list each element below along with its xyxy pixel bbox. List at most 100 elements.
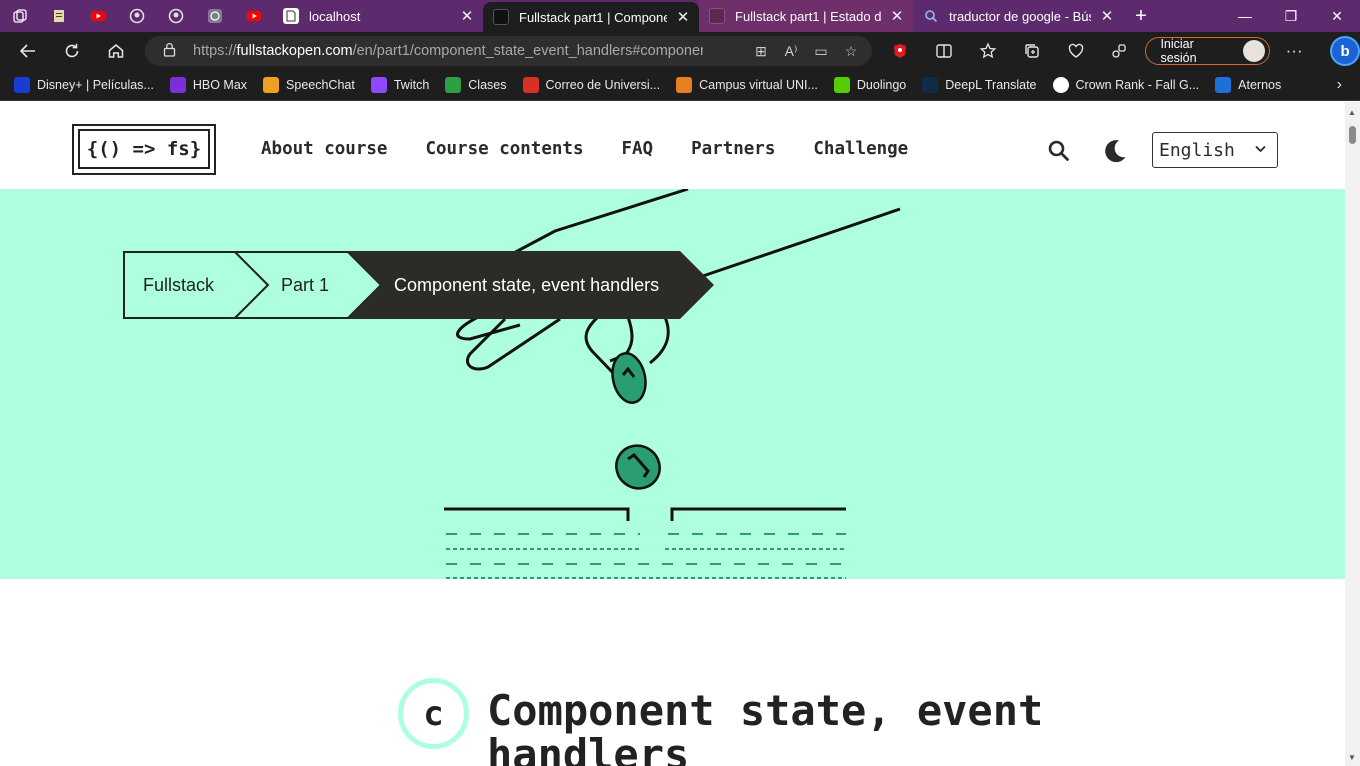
home-icon[interactable] (94, 32, 138, 70)
nav-faq[interactable]: FAQ (621, 139, 653, 159)
collections-icon[interactable] (1010, 32, 1054, 70)
close-window-icon[interactable]: ✕ (1314, 0, 1360, 32)
bookmark-label: Twitch (393, 78, 430, 92)
favorites-icon[interactable] (966, 32, 1010, 70)
speechchat-icon (263, 77, 280, 93)
close-tab-icon[interactable]: ✕ (889, 7, 905, 25)
address-bar[interactable]: https://fullstackopen.com/en/part1/compo… (145, 36, 872, 66)
pinned-tab-youtube-2-icon[interactable] (234, 0, 273, 32)
page-title: Component state, event handlers (487, 686, 1044, 766)
bookmark-item[interactable]: Crown Rank - Fall G... (1052, 77, 1200, 93)
bookmark-item[interactable]: DeepL Translate (922, 77, 1037, 93)
more-options-icon[interactable]: ··· (1270, 32, 1318, 70)
bookmark-label: HBO Max (192, 78, 248, 92)
site-logo[interactable]: {() => fs} (72, 124, 216, 175)
breadcrumb-fullstack[interactable]: Fullstack (123, 251, 235, 319)
bookmark-label: Disney+ | Películas... (37, 78, 154, 92)
hero-banner: Fullstack Part 1 Component state, event … (0, 189, 1345, 579)
scrollbar-thumb[interactable] (1349, 126, 1356, 144)
nav-about-course[interactable]: About course (261, 139, 387, 159)
extension-icon[interactable] (878, 32, 922, 70)
avatar (1243, 40, 1266, 62)
bookmark-item[interactable]: Campus virtual UNI... (676, 77, 818, 93)
bookmark-label: Campus virtual UNI... (699, 78, 818, 92)
breadcrumb: Fullstack Part 1 Component state, event … (123, 251, 714, 319)
pinned-tab-chatgpt-icon[interactable] (195, 0, 234, 32)
nav-challenge[interactable]: Challenge (813, 139, 908, 159)
tab-localhost[interactable]: localhost ✕ (273, 0, 483, 32)
url-prefix: https:// (193, 43, 237, 59)
scroll-down-icon[interactable]: ▼ (1348, 753, 1356, 762)
close-tab-icon[interactable]: ✕ (1099, 7, 1115, 25)
minimize-icon[interactable]: — (1222, 0, 1268, 32)
pinned-tab-github-icon[interactable] (117, 0, 156, 32)
bookmark-item[interactable]: Disney+ | Películas... (14, 77, 154, 93)
bookmark-item[interactable]: Clases (445, 77, 507, 93)
part-letter-badge: c (398, 678, 469, 749)
dark-mode-moon-icon[interactable] (1101, 137, 1129, 165)
bookmark-label: Clases (468, 78, 507, 92)
breadcrumb-label: Component state, event handlers (394, 274, 660, 295)
nav-course-contents[interactable]: Course contents (425, 139, 583, 159)
bookmark-item[interactable]: Twitch (370, 77, 430, 93)
bookmark-label: Crown Rank - Fall G... (1075, 78, 1200, 92)
close-tab-icon[interactable]: ✕ (459, 7, 475, 25)
bookmark-item[interactable]: Duolingo (833, 77, 907, 93)
main-nav: About course Course contents FAQ Partner… (261, 139, 908, 159)
url-path: /en/part1/component_state_event_handlers… (352, 43, 703, 59)
page-content: {() => fs} About course Course contents … (0, 102, 1345, 766)
favorite-star-icon[interactable]: ☆ (836, 43, 866, 60)
close-tab-icon[interactable]: ✕ (675, 8, 691, 26)
split-screen-icon[interactable] (922, 32, 966, 70)
back-icon[interactable] (6, 32, 50, 70)
fullstack-favicon-icon (709, 8, 725, 24)
crown-icon (1052, 77, 1069, 93)
read-aloud-icon[interactable]: A⁾ (776, 43, 806, 60)
bookmark-item[interactable]: SpeechChat (263, 77, 355, 93)
sign-in-label: Iniciar sesión (1160, 37, 1197, 65)
bookmark-item[interactable]: Aternos (1215, 77, 1281, 93)
nav-partners[interactable]: Partners (691, 139, 775, 159)
chevron-right-icon[interactable]: › (1337, 76, 1342, 94)
restore-icon[interactable]: ❐ (1268, 0, 1314, 32)
hand-coin-illustration (444, 189, 901, 579)
scroll-up-icon[interactable]: ▲ (1348, 108, 1356, 117)
sign-in-button[interactable]: Iniciar sesión (1145, 37, 1271, 65)
tab-fullstack-es[interactable]: Fullstack part1 | Estado del componente … (699, 0, 913, 32)
pinned-tab-notes-icon[interactable] (39, 0, 78, 32)
tab-title: Fullstack part1 | Estado del componente (735, 8, 881, 24)
search-icon[interactable] (1046, 138, 1072, 164)
bookmark-label: SpeechChat (286, 78, 355, 92)
bookmark-item[interactable]: Correo de Universi... (522, 77, 660, 93)
new-tab-icon[interactable]: + (1123, 5, 1159, 28)
campus-icon (676, 77, 693, 93)
search-favicon-icon (923, 8, 939, 24)
bookmark-label: DeepL Translate (945, 78, 1037, 92)
breadcrumb-current: Component state, event handlers (348, 251, 714, 319)
browser-toolbar: https://fullstackopen.com/en/part1/compo… (0, 32, 1360, 70)
immersive-reader-icon[interactable]: ▭ (806, 43, 836, 60)
twitch-icon (370, 77, 387, 93)
bookmark-item[interactable]: HBO Max (169, 77, 248, 93)
duolingo-icon (833, 77, 850, 93)
tab-title: Fullstack part1 | Component state, event… (519, 9, 667, 25)
browser-essentials-icon[interactable] (1054, 32, 1098, 70)
language-value: English (1159, 139, 1235, 161)
url-text[interactable]: https://fullstackopen.com/en/part1/compo… (193, 43, 703, 59)
refresh-icon[interactable] (50, 32, 94, 70)
page-scrollbar[interactable]: ▲ ▼ (1345, 102, 1360, 766)
workspaces-icon[interactable] (0, 0, 39, 32)
tab-fullstack-active[interactable]: Fullstack part1 | Component state, event… (483, 2, 699, 32)
pinned-tab-github-2-icon[interactable] (156, 0, 195, 32)
bookmark-label: Aternos (1238, 78, 1282, 92)
apps-grid-icon[interactable]: ⊞ (746, 43, 776, 60)
tab-google-search[interactable]: traductor de google - Búsqueda ✕ (913, 0, 1123, 32)
breadcrumb-part-1[interactable]: Part 1 (235, 251, 348, 319)
classroom-icon (445, 77, 462, 93)
bing-copilot-icon[interactable]: b (1330, 36, 1360, 66)
lock-icon[interactable] (163, 42, 183, 60)
language-select[interactable]: English (1152, 132, 1278, 168)
pinned-tab-youtube-icon[interactable] (78, 0, 117, 32)
extensions-puzzle-icon[interactable] (1098, 32, 1142, 70)
bookmark-label: Duolingo (856, 78, 907, 92)
